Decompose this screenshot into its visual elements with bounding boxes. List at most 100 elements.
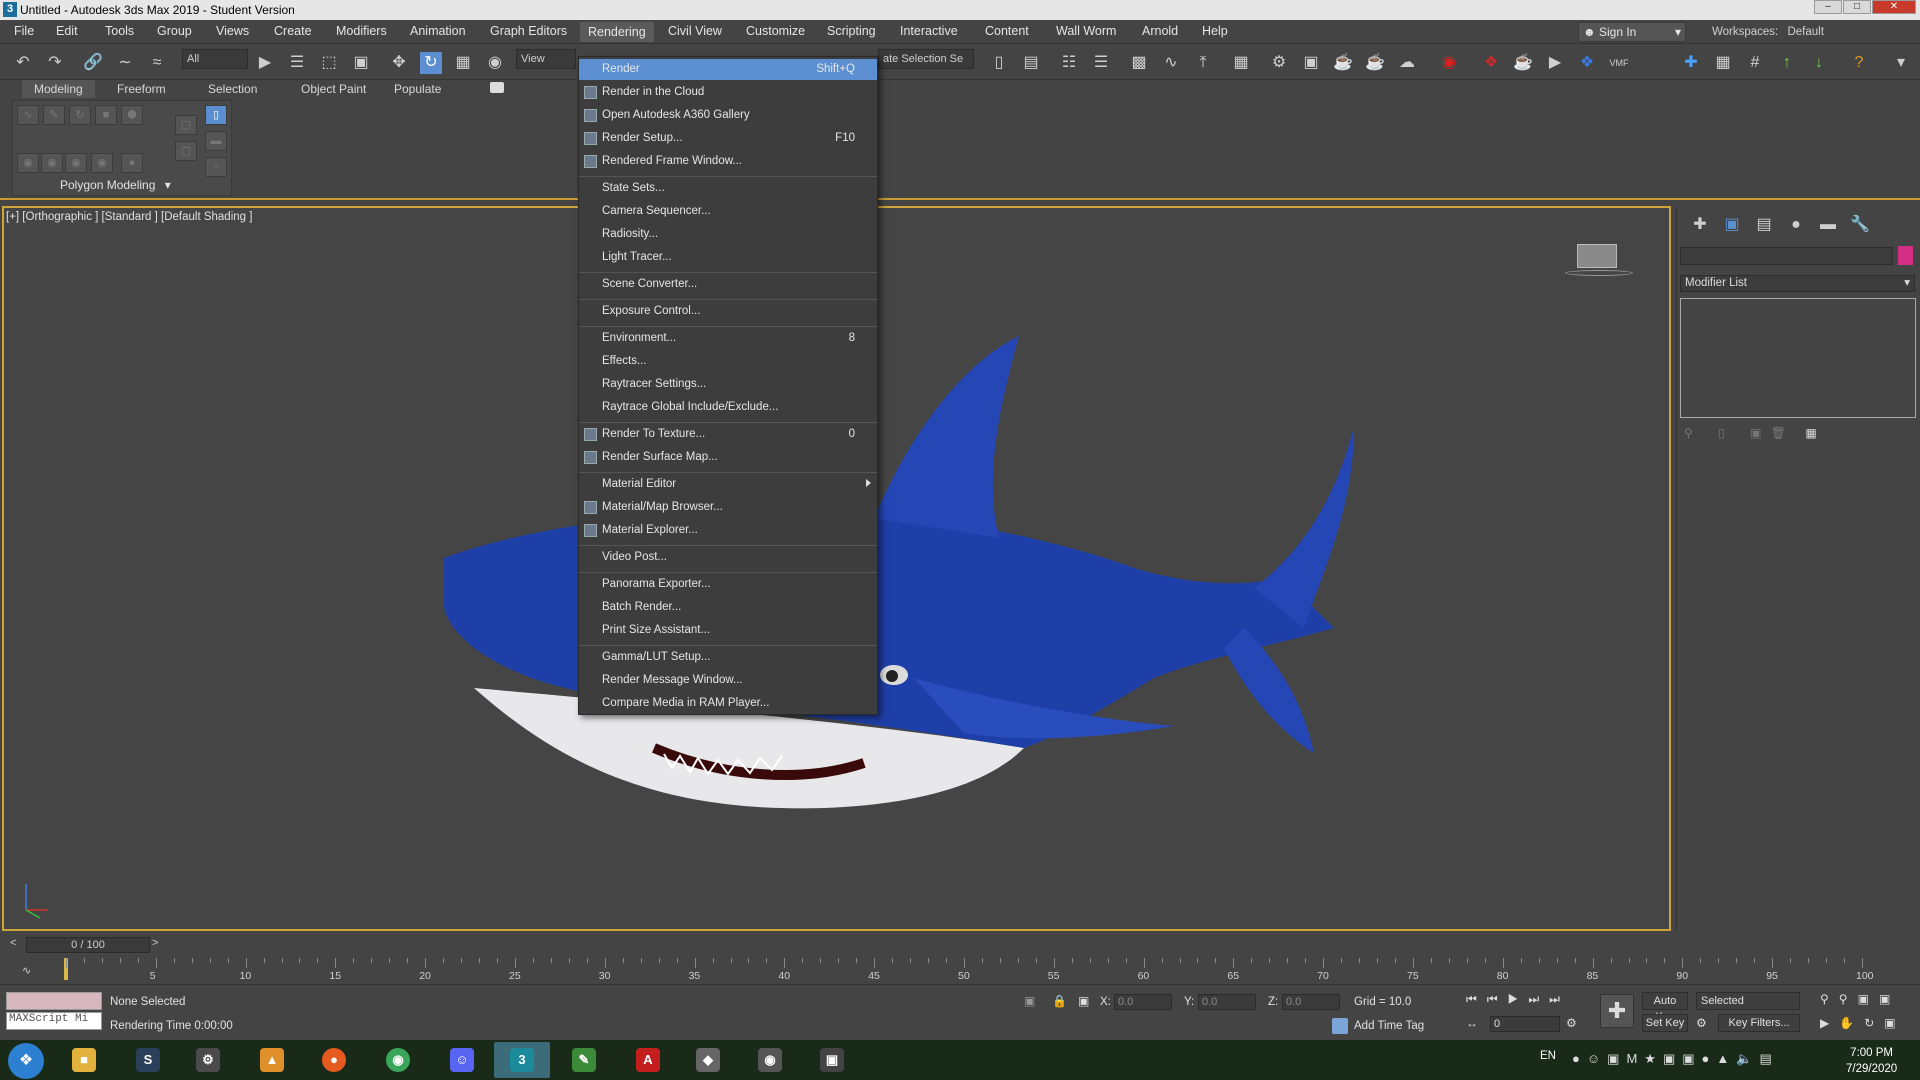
close-button[interactable]: ✕ [1872,0,1916,14]
add-time-tag[interactable]: Add Time Tag [1354,1020,1424,1032]
ribbon-tool-9-icon[interactable]: ◉ [91,153,113,173]
remove-modifier-icon[interactable]: 🗑 [1771,426,1786,440]
rotate-icon[interactable]: ↻ [420,52,442,74]
link-icon[interactable]: 🔗 [82,52,104,74]
align-icon[interactable]: ▤ [1020,52,1042,74]
ribbon-tool-5-icon[interactable]: ⬢ [121,105,143,125]
menu-tools[interactable]: Tools [105,24,134,38]
modifier-stack[interactable] [1680,298,1916,418]
rendered-frame-window-icon[interactable]: ▣ [1300,52,1322,74]
redo-icon[interactable]: ↷ [44,52,66,74]
move-icon[interactable]: ✥ [388,52,410,74]
next-frame-icon[interactable]: ⏭ [1528,992,1549,1006]
viewport-label[interactable]: [+] [Orthographic ] [Standard ] [Default… [6,211,252,223]
menu-arnold[interactable]: Arnold [1142,24,1178,38]
ribbon-tool-2-icon[interactable]: ✎ [43,105,65,125]
taskbar-firefox[interactable]: ● [306,1042,362,1078]
polygon-modeling-dropdown[interactable]: Polygon Modeling ▾ [60,178,171,192]
set-keys-icon[interactable]: ✚ [1600,994,1634,1028]
orbit-icon[interactable]: ↻ [1864,1016,1884,1030]
ribbon-tool-14-icon[interactable]: ▬ [205,131,227,151]
menu-item-render-surface-map[interactable]: Render Surface Map... [579,447,877,468]
menu-edit[interactable]: Edit [56,24,78,38]
menu-help[interactable]: Help [1202,24,1228,38]
ribbon-tool-3-icon[interactable]: ↻ [69,105,91,125]
place-icon[interactable]: ◉ [484,52,506,74]
ribbon-tool-4-icon[interactable]: ■ [95,105,117,125]
render-setup-icon[interactable]: ⚙ [1268,52,1290,74]
taskbar-3dsmax[interactable]: 3 [494,1042,550,1078]
render-iterative-icon[interactable]: ☕ [1364,52,1386,74]
ribbon-tool-13-icon[interactable]: ▢ [175,141,197,161]
undo-icon[interactable]: ↶ [12,52,34,74]
select-by-name-icon[interactable]: ☰ [286,52,308,74]
key-mode-icon[interactable]: ↔ [1466,1016,1478,1030]
menu-item-print-size-assistant[interactable]: Print Size Assistant... [579,620,877,641]
menu-civil-view[interactable]: Civil View [668,24,722,38]
tray-icon[interactable]: ☺ [1587,1051,1607,1066]
z-coordinate-input[interactable]: 0.0 [1282,994,1340,1010]
scale-icon[interactable]: ▦ [452,52,474,74]
ribbon-tool-1-icon[interactable]: ∿ [17,105,39,125]
window-crossing-icon[interactable]: ▣ [350,52,372,74]
pin-stack-icon[interactable]: ⚲ [1684,426,1693,440]
tab-object-paint[interactable]: Object Paint [301,80,366,98]
key-filter-icon[interactable]: ⚙ [1696,1016,1707,1030]
start-button[interactable]: ❖ [8,1043,44,1079]
key-filters-button[interactable]: Key Filters... [1718,1014,1800,1032]
go-to-start-icon[interactable]: ⏮ [1466,992,1487,1006]
tray-icon[interactable]: ● [1572,1051,1587,1066]
menu-wall-worm[interactable]: Wall Worm [1056,24,1116,38]
workspaces-selector[interactable]: Workspaces: Default [1712,26,1824,38]
teapot-icon[interactable]: ☕ [1512,52,1534,74]
menu-customize[interactable]: Customize [746,24,805,38]
menu-item-environment[interactable]: Environment... 8 [579,328,877,349]
taskbar-steam[interactable]: S [120,1042,176,1078]
taskbar-app-12[interactable]: ▣ [804,1042,860,1078]
maximize-viewport-icon[interactable]: ▣ [1884,1016,1905,1030]
set-key-button[interactable]: Set Key [1642,1014,1688,1032]
display-tab-icon[interactable]: ▬ [1817,214,1839,236]
viewcube-compass-icon[interactable] [1565,270,1633,276]
isolate-icon[interactable]: ▣ [1024,994,1035,1008]
menu-item-scene-converter[interactable]: Scene Converter... [579,274,877,295]
volume-icon[interactable]: 🔈 [1736,1051,1759,1066]
menu-modifiers[interactable]: Modifiers [336,24,387,38]
schematic-view-icon[interactable]: ⤒ [1192,52,1214,74]
zoom-extents-all-icon[interactable]: ▣ [1879,992,1900,1006]
sign-in-button[interactable]: ☻ Sign In ▾ [1578,22,1686,42]
current-frame-input[interactable]: 0 [1490,1016,1560,1032]
help-icon[interactable]: ? [1848,52,1870,74]
ribbon-tool-10-icon[interactable]: ● [121,153,143,173]
vmf-export-icon[interactable]: VMF [1608,52,1630,74]
menu-item-compare-media-in-ram-player[interactable]: Compare Media in RAM Player... [579,693,877,714]
tray-icon[interactable]: ▣ [1663,1051,1682,1066]
field-of-view-icon[interactable]: ▶ [1820,1016,1839,1030]
maximize-button[interactable]: □ [1843,0,1871,14]
taskbar-discord[interactable]: ☺ [434,1042,490,1078]
menu-item-state-sets[interactable]: State Sets... [579,178,877,199]
selection-filter-dropdown[interactable]: All [182,49,248,69]
language-indicator[interactable]: EN [1540,1050,1556,1062]
menu-item-video-post[interactable]: Video Post... [579,547,877,568]
tab-selection[interactable]: Selection [208,80,257,98]
menu-item-render-to-texture[interactable]: Render To Texture... 0 [579,424,877,445]
ribbon-tool-8-icon[interactable]: ◉ [65,153,87,173]
bind-space-warp-icon[interactable]: ≈ [146,52,168,74]
absolute-mode-icon[interactable]: ▣ [1078,994,1089,1008]
menu-item-render-setup[interactable]: Render Setup... F10 [579,128,877,149]
menu-item-material-map-browser[interactable]: Material/Map Browser... [579,497,877,518]
green-arrow-up-icon[interactable]: ↑ [1776,52,1798,74]
object-name-input[interactable] [1680,247,1893,265]
toolbar-menu-icon[interactable]: ▾ [1890,52,1912,74]
maxscript-mini-listener[interactable]: MAXScript Mi [6,1012,102,1030]
curve-editor-mini-icon[interactable]: ∿ [22,964,31,977]
reference-coord-dropdown[interactable]: View [516,49,576,69]
menu-item-material-editor[interactable]: Material Editor [579,474,877,495]
menu-item-panorama-exporter[interactable]: Panorama Exporter... [579,574,877,595]
network-icon[interactable]: ▤ [1759,1051,1778,1066]
ribbon-tool-7-icon[interactable]: ◉ [41,153,63,173]
tray-icon[interactable]: ▣ [1607,1051,1626,1066]
taskbar-acrobat[interactable]: A [620,1042,676,1078]
menu-rendering[interactable]: Rendering [580,22,654,42]
